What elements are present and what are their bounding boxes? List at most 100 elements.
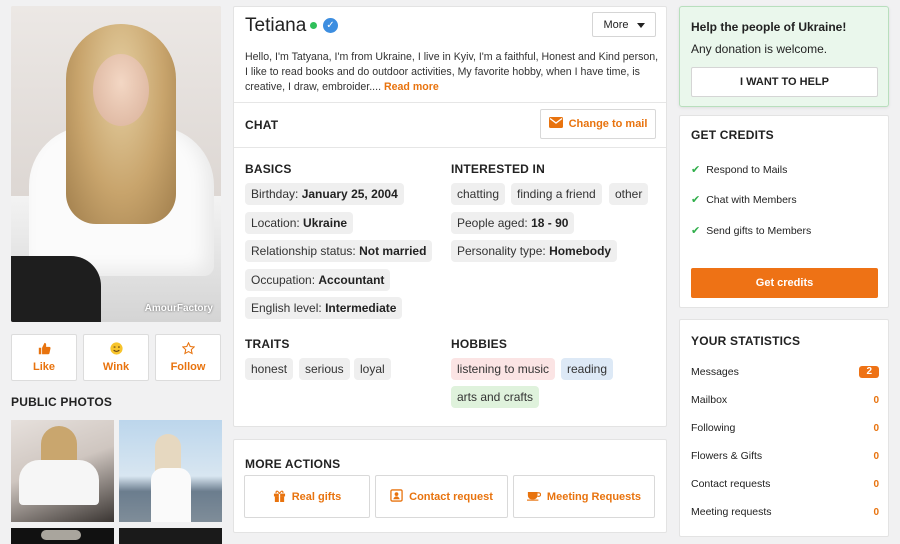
profile-bio: Hello, I'm Tatyana, I'm from Ukraine, I … [245, 50, 659, 95]
basics-english-level: English level: Intermediate [245, 297, 403, 319]
real-gifts-button[interactable]: Real gifts [244, 475, 370, 518]
contact-request-label: Contact request [409, 490, 493, 503]
like-button[interactable]: Like [11, 334, 77, 381]
change-to-mail-button[interactable]: Change to mail [540, 109, 656, 139]
profile-card: Tetiana ✓ More Hello, I'm Tatyana, I'm f… [233, 6, 667, 427]
wink-emoji-icon [109, 342, 123, 358]
coffee-cup-icon [526, 489, 541, 504]
ukraine-help-box: Help the people of Ukraine! Any donation… [679, 6, 889, 107]
credit-benefit-label: Chat with Members [706, 193, 797, 206]
basics-relationship-status: Relationship status: Not married [245, 240, 433, 262]
wink-button[interactable]: Wink [83, 334, 149, 381]
caret-down-icon [636, 19, 645, 31]
check-icon: ✔ [691, 164, 701, 176]
statistics-title: YOUR STATISTICS [691, 334, 801, 348]
basics-title: BASICS [245, 162, 292, 176]
envelope-icon [548, 117, 563, 131]
more-actions-title: MORE ACTIONS [245, 457, 341, 471]
stat-row-messages[interactable]: Messages 2 [691, 366, 879, 378]
trait-tag: honest [245, 358, 294, 380]
basics-birthday: Birthday: January 25, 2004 [245, 183, 404, 205]
stat-row-flowers-gifts[interactable]: Flowers & Gifts 0 [691, 450, 879, 462]
more-dropdown-button[interactable]: More [592, 12, 656, 37]
check-icon: ✔ [691, 194, 701, 206]
public-photos-title: PUBLIC PHOTOS [11, 395, 113, 409]
i-want-to-help-button[interactable]: I WANT TO HELP [691, 67, 878, 97]
divider [234, 102, 666, 103]
public-photo-thumb[interactable] [119, 528, 222, 544]
stat-count: 0 [873, 394, 879, 406]
interested-in-title: INTERESTED IN [451, 162, 545, 176]
stat-row-meeting-requests[interactable]: Meeting requests 0 [691, 506, 879, 518]
photo-legs [11, 256, 101, 322]
online-status-dot [310, 22, 317, 29]
stat-row-contact-requests[interactable]: Contact requests 0 [691, 478, 879, 490]
thumb-highlight [41, 530, 81, 540]
interest-tag: other [609, 183, 649, 205]
credit-benefit-item: ✔ Chat with Members [691, 193, 797, 207]
stat-row-following[interactable]: Following 0 [691, 422, 879, 434]
thumb-body [19, 460, 99, 505]
get-credits-title: GET CREDITS [691, 128, 774, 142]
follow-button[interactable]: Follow [155, 334, 221, 381]
stat-label: Contact requests [691, 478, 771, 490]
stat-label: Following [691, 422, 736, 434]
like-label: Like [32, 361, 55, 373]
basics-location: Location: Ukraine [245, 212, 354, 234]
real-gifts-label: Real gifts [291, 490, 342, 503]
chat-title: CHAT [245, 118, 279, 132]
meeting-requests-label: Meeting Requests [546, 490, 642, 503]
public-photo-thumb[interactable] [11, 420, 114, 522]
credit-benefit-item: ✔ Send gifts to Members [691, 224, 812, 238]
stat-row-mailbox[interactable]: Mailbox 0 [691, 394, 879, 406]
star-icon [181, 341, 195, 358]
trait-tag: serious [299, 358, 350, 380]
hobby-tag: arts and crafts [451, 386, 540, 408]
verified-badge-icon: ✓ [323, 18, 338, 33]
thumb-body [151, 468, 191, 522]
contact-request-button[interactable]: Contact request [375, 475, 508, 518]
stat-label: Meeting requests [691, 506, 772, 518]
hobby-tag: reading [561, 358, 614, 380]
credit-benefit-label: Send gifts to Members [706, 224, 812, 237]
change-to-mail-label: Change to mail [568, 118, 648, 130]
credit-benefit-item: ✔ Respond to Mails [691, 163, 788, 177]
stat-label: Messages [691, 366, 739, 378]
divider [234, 147, 666, 148]
stat-count: 0 [873, 478, 879, 490]
interest-tag: chatting [451, 183, 506, 205]
hobby-tag: listening to music [451, 358, 556, 380]
get-credits-button[interactable]: Get credits [691, 268, 878, 298]
meeting-requests-button[interactable]: Meeting Requests [513, 475, 655, 518]
interest-people-aged: People aged: 18 - 90 [451, 212, 575, 234]
stat-count: 0 [873, 506, 879, 518]
traits-title: TRAITS [245, 337, 290, 351]
help-title: Help the people of Ukraine! [691, 20, 847, 34]
stat-label: Flowers & Gifts [691, 450, 763, 462]
read-more-link[interactable]: Read more [384, 81, 439, 93]
wink-label: Wink [102, 361, 130, 373]
contact-card-icon [390, 488, 403, 505]
photo-face [93, 54, 149, 126]
check-icon: ✔ [691, 225, 701, 237]
stat-label: Mailbox [691, 394, 728, 406]
basics-occupation: Occupation: Accountant [245, 269, 391, 291]
thumbs-up-icon [38, 342, 51, 358]
trait-tag: loyal [354, 358, 391, 380]
stat-count-badge: 2 [859, 366, 879, 378]
get-credits-card: GET CREDITS ✔ Respond to Mails ✔ Chat wi… [679, 115, 889, 308]
more-label: More [603, 18, 629, 31]
interest-tag: finding a friend [511, 183, 602, 205]
stat-count: 0 [873, 422, 879, 434]
credit-benefit-label: Respond to Mails [706, 163, 788, 176]
interest-personality-type: Personality type: Homebody [451, 240, 618, 262]
bio-text: Hello, I'm Tatyana, I'm from Ukraine, I … [245, 51, 659, 93]
help-subtitle: Any donation is welcome. [691, 42, 828, 56]
statistics-card: YOUR STATISTICS Messages 2 Mailbox 0 Fol… [679, 319, 889, 537]
profile-name: Tetiana [245, 15, 307, 36]
profile-main-photo[interactable]: AmourFactory [11, 6, 221, 322]
follow-label: Follow [170, 361, 206, 373]
public-photo-thumb[interactable] [11, 528, 114, 544]
photo-watermark: AmourFactory [144, 303, 213, 314]
public-photo-thumb[interactable] [119, 420, 222, 522]
